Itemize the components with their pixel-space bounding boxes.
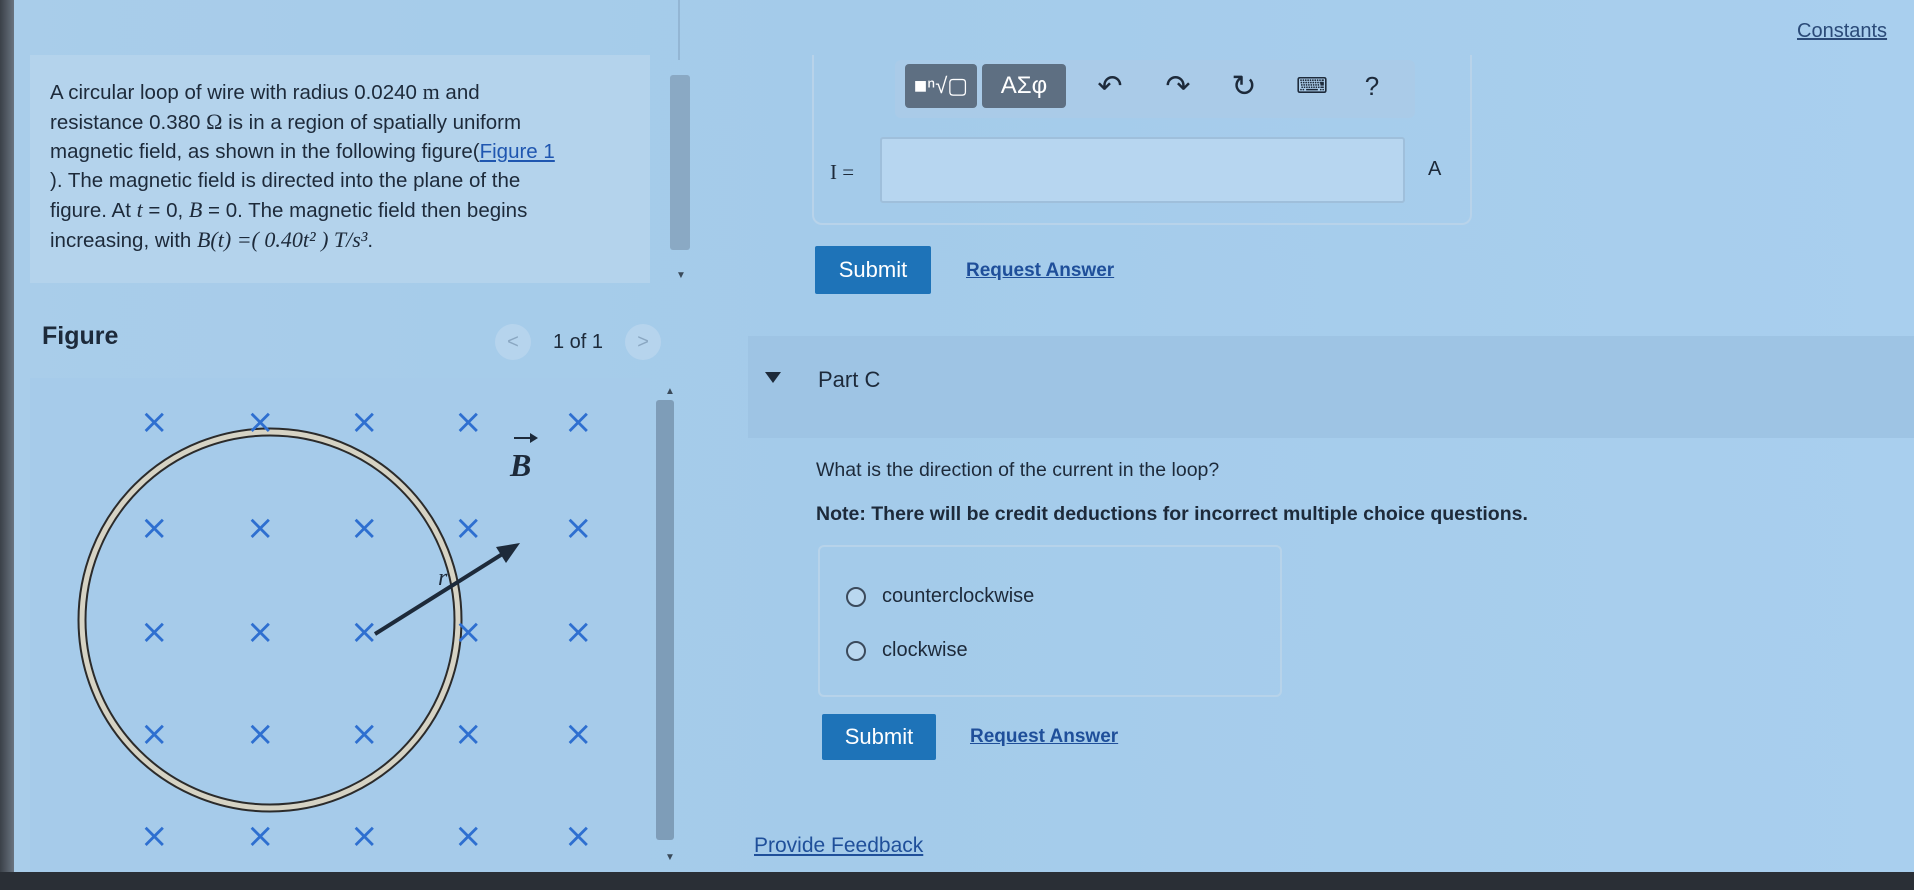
- field-x-marker: ×: [454, 714, 483, 754]
- math-b: B: [188, 197, 203, 222]
- reset-icon[interactable]: ↻: [1224, 64, 1264, 108]
- field-x-marker: ×: [246, 402, 275, 442]
- choice-label: clockwise: [882, 639, 968, 661]
- figure-panel: r B × × × × × × × × × × × × × × × × × × × × × × × × ×: [30, 378, 650, 873]
- figure-scroll-down-icon[interactable]: ▼: [665, 852, 675, 863]
- problem-text: = 0. The magnetic field then begins: [202, 199, 528, 222]
- problem-text: is in a region of spatially uniform: [222, 111, 522, 134]
- radius-label: r: [438, 565, 448, 591]
- problem-text: resistance 0.380: [50, 111, 207, 134]
- field-x-marker: ×: [564, 714, 593, 754]
- provide-feedback-link[interactable]: Provide Feedback: [754, 834, 923, 858]
- field-x-marker: ×: [140, 508, 169, 548]
- constants-link[interactable]: Constants: [1797, 20, 1887, 43]
- problem-text: A circular loop of wire with radius 0.02…: [50, 81, 423, 104]
- field-x-marker: ×: [140, 816, 169, 856]
- undo-icon[interactable]: ↶: [1090, 64, 1130, 108]
- panel-divider: [678, 0, 680, 60]
- scroll-down-arrow-icon[interactable]: ▼: [676, 270, 686, 281]
- submit-button-part-c[interactable]: Submit: [822, 714, 936, 760]
- figure-pager: < 1 of 1 >: [495, 322, 675, 362]
- problem-line-3: magnetic field, as shown in the followin…: [50, 137, 630, 166]
- problem-line-4: ). The magnetic field is directed into t…: [50, 169, 521, 192]
- figure-scroll-up-icon[interactable]: ▲: [665, 386, 675, 397]
- radius-arrowhead: [496, 543, 520, 563]
- magnetic-field-diagram: r B × × × × × × × × × × × × × × × × × × × × × × × × ×: [77, 402, 593, 856]
- part-c-header[interactable]: [748, 336, 1914, 438]
- unit-meter: m: [422, 79, 440, 104]
- field-x-marker: ×: [246, 714, 275, 754]
- help-button[interactable]: ?: [1352, 64, 1392, 108]
- field-x-marker: ×: [454, 508, 483, 548]
- next-figure-button[interactable]: >: [625, 324, 662, 360]
- radio-button[interactable]: [846, 586, 866, 607]
- current-variable-label: I =: [830, 160, 855, 184]
- monitor-bezel-bottom: [0, 872, 1914, 890]
- radius-line: [373, 546, 514, 636]
- field-x-marker: ×: [564, 508, 593, 548]
- problem-line-6: increasing, with B(t) =( 0.40t² ) T/s³.: [50, 225, 630, 255]
- figure-heading: Figure: [42, 322, 119, 350]
- redo-icon[interactable]: ↷: [1158, 64, 1198, 108]
- field-x-marker: ×: [564, 816, 593, 856]
- problem-text: magnetic field, as shown in the followin…: [50, 140, 480, 163]
- problem-text: and: [439, 81, 480, 104]
- problem-text: .: [367, 229, 374, 252]
- field-x-marker: ×: [350, 714, 379, 754]
- problem-line-5: figure. At t = 0, B = 0. The magnetic fi…: [50, 195, 630, 225]
- radio-button[interactable]: [846, 640, 866, 661]
- problem-line-2: resistance 0.380 Ω is in a region of spa…: [50, 107, 630, 137]
- field-x-marker: ×: [564, 612, 593, 652]
- field-formula: B(t) =( 0.40t² ) T/s³: [196, 227, 368, 252]
- current-answer-input[interactable]: [880, 137, 1405, 203]
- unit-ohm: Ω: [206, 109, 223, 134]
- request-answer-link-part-b[interactable]: Request Answer: [966, 260, 1114, 282]
- monitor-bezel-left: [0, 0, 14, 890]
- problem-text: = 0,: [142, 199, 189, 222]
- field-x-marker: ×: [246, 612, 275, 652]
- field-x-marker: ×: [350, 816, 379, 856]
- field-x-marker: ×: [140, 402, 169, 442]
- choice-list: counterclockwise clockwise: [818, 545, 1282, 697]
- part-c-note: Note: There will be credit deductions fo…: [816, 503, 1528, 525]
- collapse-arrow-icon[interactable]: [765, 372, 781, 383]
- field-x-marker: ×: [246, 508, 275, 548]
- submit-button-part-b[interactable]: Submit: [815, 246, 931, 294]
- field-x-marker: ×: [350, 402, 379, 442]
- template-root-icon[interactable]: ■ⁿ√▢: [905, 64, 977, 108]
- problem-text: increasing, with: [50, 229, 197, 252]
- choice-label: counterclockwise: [882, 585, 1035, 607]
- field-x-marker: ×: [454, 612, 483, 652]
- field-x-marker: ×: [350, 612, 379, 652]
- problem-text: figure. At: [50, 199, 137, 222]
- greek-symbols-button[interactable]: ΑΣφ: [982, 64, 1066, 108]
- field-x-marker: ×: [454, 402, 483, 442]
- figure-link[interactable]: Figure 1: [480, 140, 555, 163]
- problem-statement: A circular loop of wire with radius 0.02…: [30, 55, 650, 283]
- vector-arrow-head: [530, 433, 538, 443]
- problem-scrollbar[interactable]: [670, 75, 690, 250]
- field-x-marker: ×: [246, 816, 275, 856]
- request-answer-link-part-c[interactable]: Request Answer: [970, 726, 1118, 748]
- field-x-marker: ×: [140, 612, 169, 652]
- choice-counterclockwise[interactable]: counterclockwise: [846, 585, 1034, 608]
- figure-scrollbar[interactable]: [656, 400, 674, 840]
- part-c-title: Part C: [818, 367, 881, 392]
- problem-line-1: A circular loop of wire with radius 0.02…: [50, 77, 630, 107]
- choice-clockwise[interactable]: clockwise: [846, 639, 968, 662]
- field-x-marker: ×: [564, 402, 593, 442]
- field-x-marker: ×: [454, 816, 483, 856]
- current-unit-label: A: [1428, 158, 1442, 180]
- field-x-marker: ×: [350, 508, 379, 548]
- prev-figure-button[interactable]: <: [495, 324, 531, 360]
- field-vector-label: B: [509, 447, 531, 483]
- figure-page-count: 1 of 1: [553, 330, 604, 353]
- field-x-marker: ×: [140, 714, 169, 754]
- keyboard-icon[interactable]: ⌨: [1292, 64, 1332, 108]
- part-c-question: What is the direction of the current in …: [816, 459, 1220, 481]
